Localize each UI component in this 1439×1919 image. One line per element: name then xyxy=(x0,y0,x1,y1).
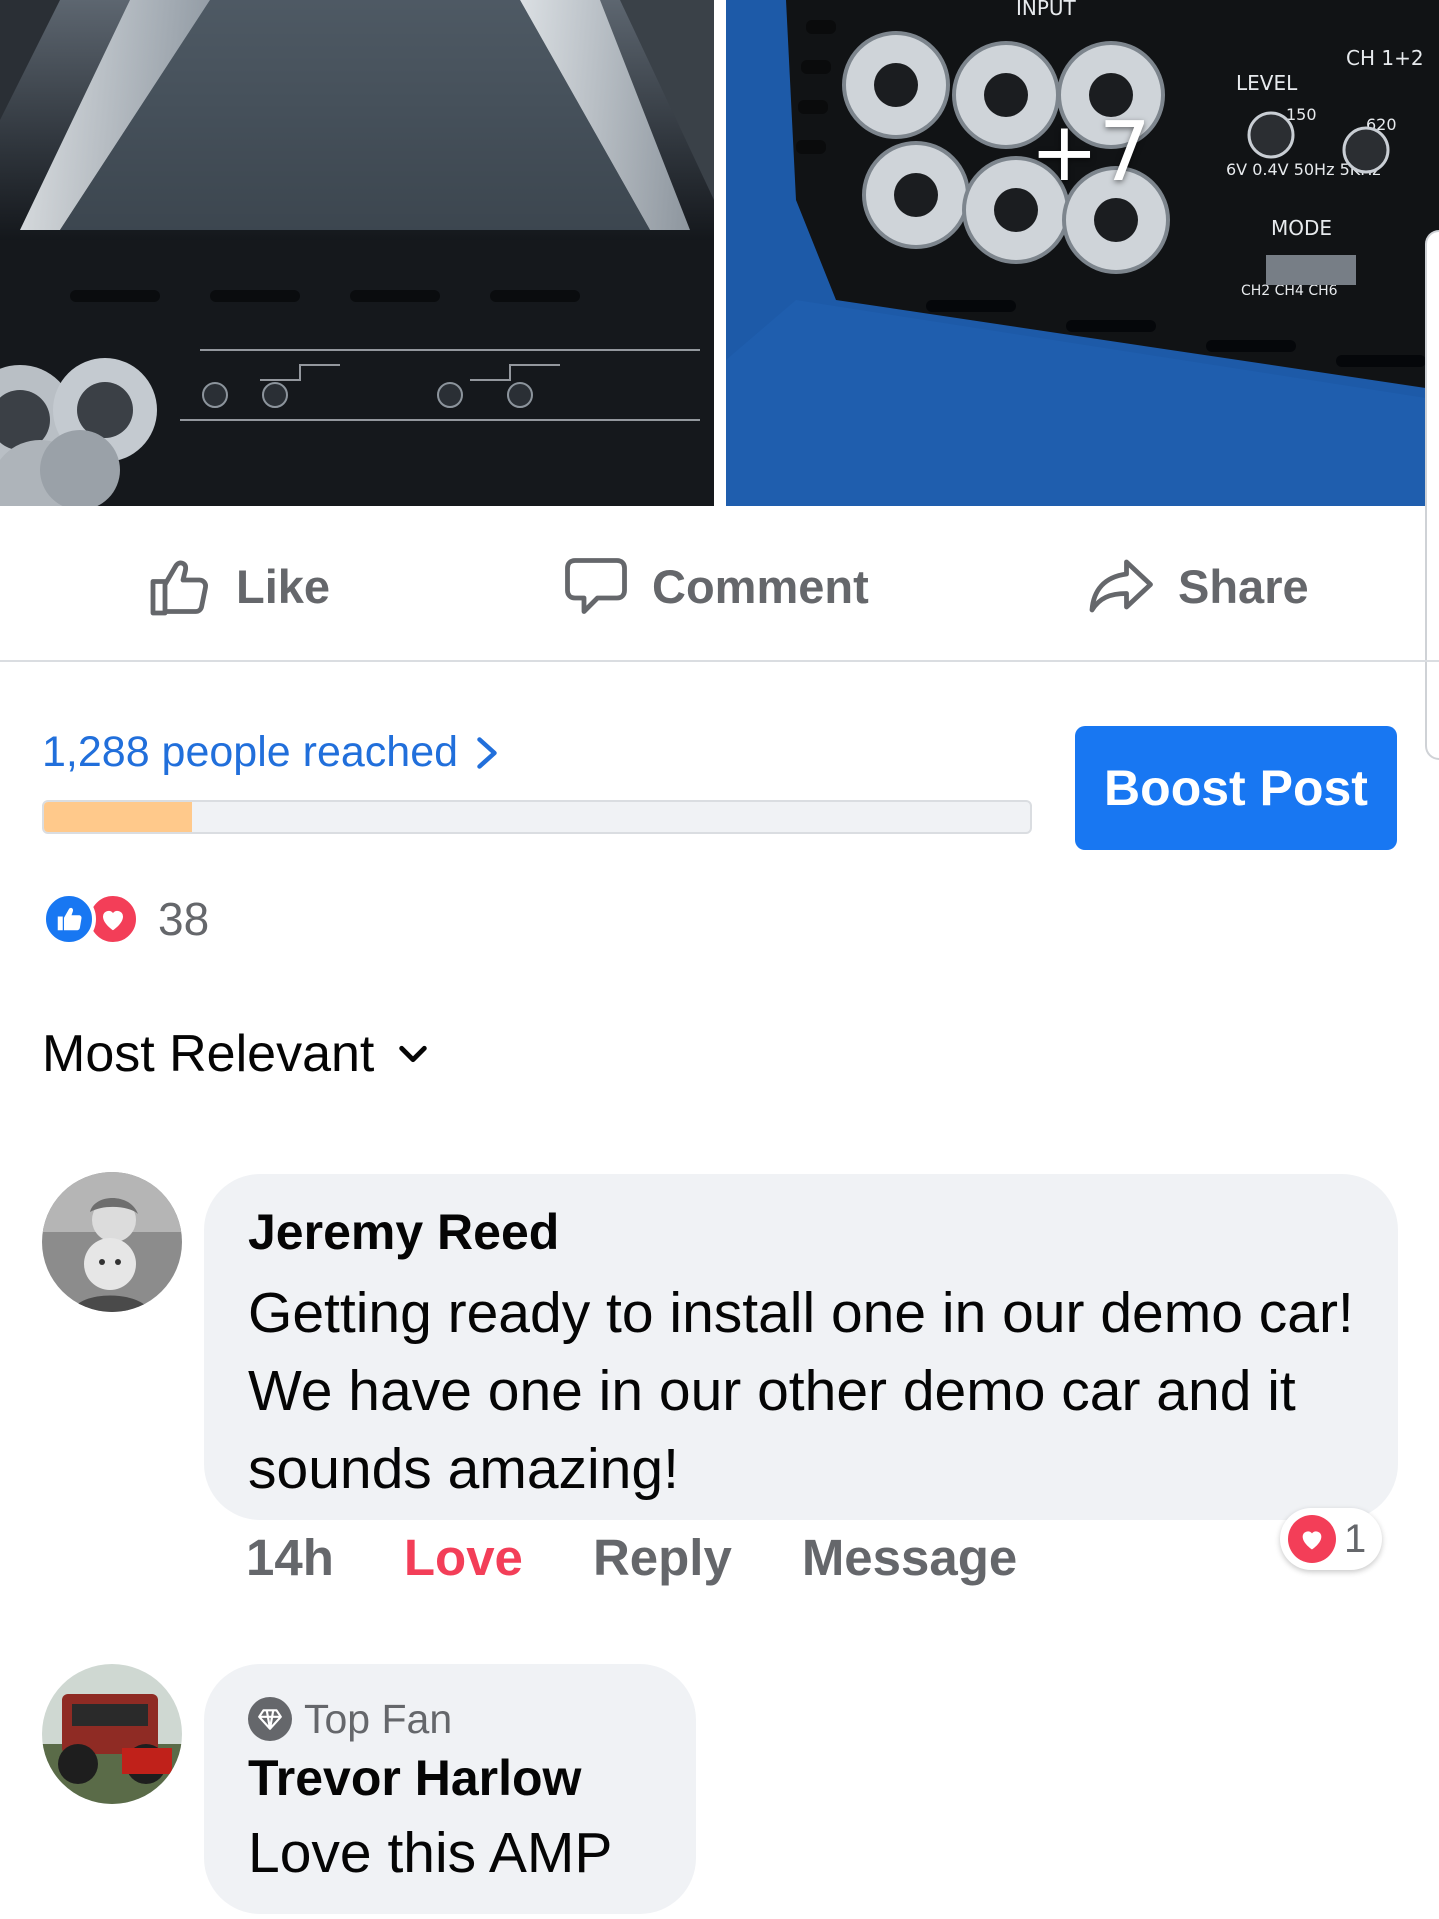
reach-progress-bar xyxy=(42,800,1032,834)
comment-text: Getting ready to install one in our demo… xyxy=(248,1281,1354,1501)
share-arrow-icon xyxy=(1089,559,1153,613)
svg-text:INPUT: INPUT xyxy=(1016,0,1077,20)
comment-label: Comment xyxy=(652,559,869,613)
reach-label: 1,288 people reached xyxy=(42,728,459,776)
comment-actions: 14h Love Reply Message xyxy=(246,1528,1087,1587)
like-reaction-icon xyxy=(42,892,96,946)
amplifier-photo-left xyxy=(0,0,714,506)
top-fan-badge[interactable]: Top Fan xyxy=(248,1692,652,1746)
svg-text:LEVEL: LEVEL xyxy=(1236,71,1298,95)
diamond-icon xyxy=(248,1697,292,1741)
comment-bubble[interactable]: Jeremy Reed Getting ready to install one… xyxy=(204,1174,1398,1520)
comment-text: Love this AMP xyxy=(248,1821,613,1885)
comment-sort-dropdown[interactable]: Most Relevant xyxy=(42,1024,430,1084)
message-button[interactable]: Message xyxy=(802,1528,1017,1587)
scroll-handle[interactable] xyxy=(1425,230,1439,760)
comment-bubble-icon xyxy=(565,558,627,614)
avatar[interactable] xyxy=(42,1664,182,1804)
people-reached-link[interactable]: 1,288 people reached xyxy=(42,728,502,777)
chevron-down-icon xyxy=(399,1045,428,1063)
svg-text:CH 1+2: CH 1+2 xyxy=(1346,46,1424,70)
comment-timestamp[interactable]: 14h xyxy=(246,1528,334,1587)
post-photo-grid: INPUT LEVEL CH 1+2 150 620 6V 0.4V 50Hz … xyxy=(0,0,1439,760)
share-label: Share xyxy=(1178,559,1309,613)
reach-progress-fill xyxy=(44,802,192,832)
commenter-photo xyxy=(42,1172,182,1312)
chevron-right-icon xyxy=(477,736,497,769)
love-action-button[interactable]: Love xyxy=(404,1528,523,1587)
share-button[interactable]: Share xyxy=(1086,554,1309,618)
amplifier-photo-right: INPUT LEVEL CH 1+2 150 620 6V 0.4V 50Hz … xyxy=(726,0,1439,506)
comment-bubble[interactable]: Top Fan Trevor Harlow Love this AMP xyxy=(204,1664,696,1914)
comment-author[interactable]: Jeremy Reed xyxy=(248,1200,1354,1264)
avatar[interactable] xyxy=(42,1172,182,1312)
post-photo-1[interactable] xyxy=(0,0,714,506)
post-action-bar: Like Comment Share xyxy=(0,506,1439,662)
post-photo-2[interactable]: INPUT LEVEL CH 1+2 150 620 6V 0.4V 50Hz … xyxy=(726,0,1439,506)
like-button[interactable]: Like xyxy=(144,554,330,618)
sort-label: Most Relevant xyxy=(42,1025,375,1083)
more-photos-count[interactable]: +7 xyxy=(1030,105,1151,200)
reaction-summary[interactable]: 38 xyxy=(42,892,209,946)
like-label: Like xyxy=(236,559,331,613)
commenter-photo xyxy=(42,1664,182,1804)
comment-reaction-number: 1 xyxy=(1344,1516,1367,1561)
svg-text:CH2 CH4 CH6: CH2 CH4 CH6 xyxy=(1241,283,1338,299)
reply-button[interactable]: Reply xyxy=(593,1528,732,1587)
love-reaction-icon xyxy=(1288,1515,1336,1563)
svg-text:150: 150 xyxy=(1286,105,1317,124)
thumbs-up-icon xyxy=(150,560,209,616)
comment-button[interactable]: Comment xyxy=(560,554,869,618)
reaction-count: 38 xyxy=(158,893,210,945)
comment-reaction-count[interactable]: 1 xyxy=(1280,1508,1383,1570)
svg-text:MODE: MODE xyxy=(1271,216,1332,240)
badge-label: Top Fan xyxy=(304,1696,453,1742)
comment-author[interactable]: Trevor Harlow xyxy=(248,1746,652,1810)
boost-post-button[interactable]: Boost Post xyxy=(1075,726,1397,850)
